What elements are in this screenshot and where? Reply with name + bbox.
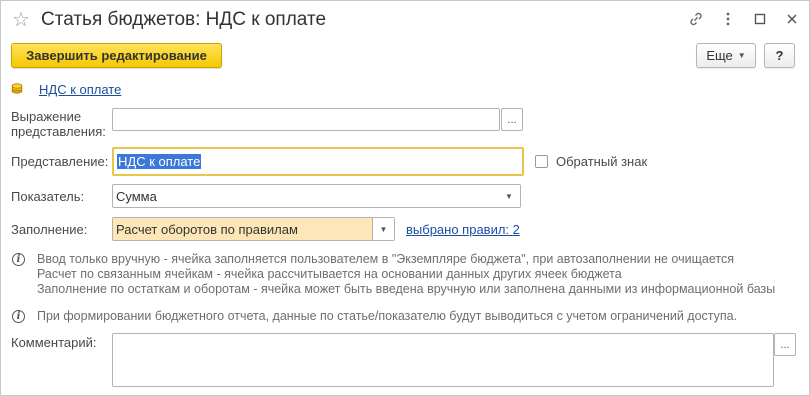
form-window: ☆ Статья бюджетов: НДС к оплате Завершит…: [0, 0, 810, 396]
coins-icon: [11, 81, 27, 98]
fill-help-text: Ввод только вручную - ячейка заполняется…: [37, 252, 775, 297]
indicator-select[interactable]: Сумма ▼: [112, 184, 521, 208]
expression-label-line1: Выражение: [11, 109, 82, 124]
fill-mode-select[interactable]: Расчет оборотов по правилам ▼: [112, 217, 395, 241]
link-icon[interactable]: [687, 10, 705, 28]
fill-help-line-3: Заполнение по остаткам и оборотам - ячей…: [37, 282, 776, 296]
indicator-label: Показатель:: [11, 189, 85, 204]
rules-selected-link[interactable]: выбрано правил: 2: [406, 222, 520, 237]
fill-dropdown-arrow-icon[interactable]: ▼: [372, 218, 394, 240]
access-help-text: При формировании бюджетного отчета, данн…: [37, 309, 738, 323]
indicator-value: Сумма: [116, 188, 157, 204]
maximize-icon[interactable]: [751, 10, 769, 28]
fill-help-line-1: Ввод только вручную - ячейка заполняется…: [37, 252, 734, 266]
reverse-sign-checkbox[interactable]: [535, 155, 548, 168]
info-icon: i: [12, 253, 25, 266]
info-icon: i: [12, 310, 25, 323]
more-actions-button[interactable]: Еще ▼: [696, 43, 756, 68]
fill-mode-value: Расчет оборотов по правилам: [116, 221, 298, 237]
budget-item-link[interactable]: НДС к оплате: [39, 82, 121, 97]
comment-edit-button[interactable]: ...: [774, 333, 796, 356]
comment-textarea[interactable]: [112, 333, 774, 387]
expression-select-button[interactable]: ...: [501, 108, 523, 131]
close-icon[interactable]: [783, 10, 801, 28]
more-actions-label: Еще: [706, 48, 733, 63]
finish-editing-button[interactable]: Завершить редактирование: [11, 43, 222, 68]
presentation-label: Представление:: [11, 154, 109, 169]
reverse-sign-label[interactable]: Обратный знак: [556, 154, 647, 169]
help-button[interactable]: ?: [764, 43, 795, 68]
more-vert-icon[interactable]: [719, 10, 737, 28]
fill-label: Заполнение:: [11, 222, 88, 237]
window-title: Статья бюджетов: НДС к оплате: [41, 9, 327, 30]
fill-help-line-2: Расчет по связанным ячейкам - ячейка рас…: [37, 267, 622, 281]
indicator-dropdown-arrow-icon[interactable]: ▼: [498, 185, 520, 207]
expression-label: Выражение представления:: [11, 109, 106, 139]
comment-label: Комментарий:: [11, 335, 97, 350]
window-controls: [687, 10, 801, 28]
presentation-value: НДС к оплате: [117, 154, 202, 169]
expression-label-line2: представления:: [11, 124, 106, 139]
expression-input[interactable]: [112, 108, 500, 131]
presentation-input[interactable]: НДС к оплате: [112, 147, 524, 176]
dropdown-arrow-icon: ▼: [737, 51, 746, 60]
favorite-star-icon[interactable]: ☆: [12, 9, 30, 31]
